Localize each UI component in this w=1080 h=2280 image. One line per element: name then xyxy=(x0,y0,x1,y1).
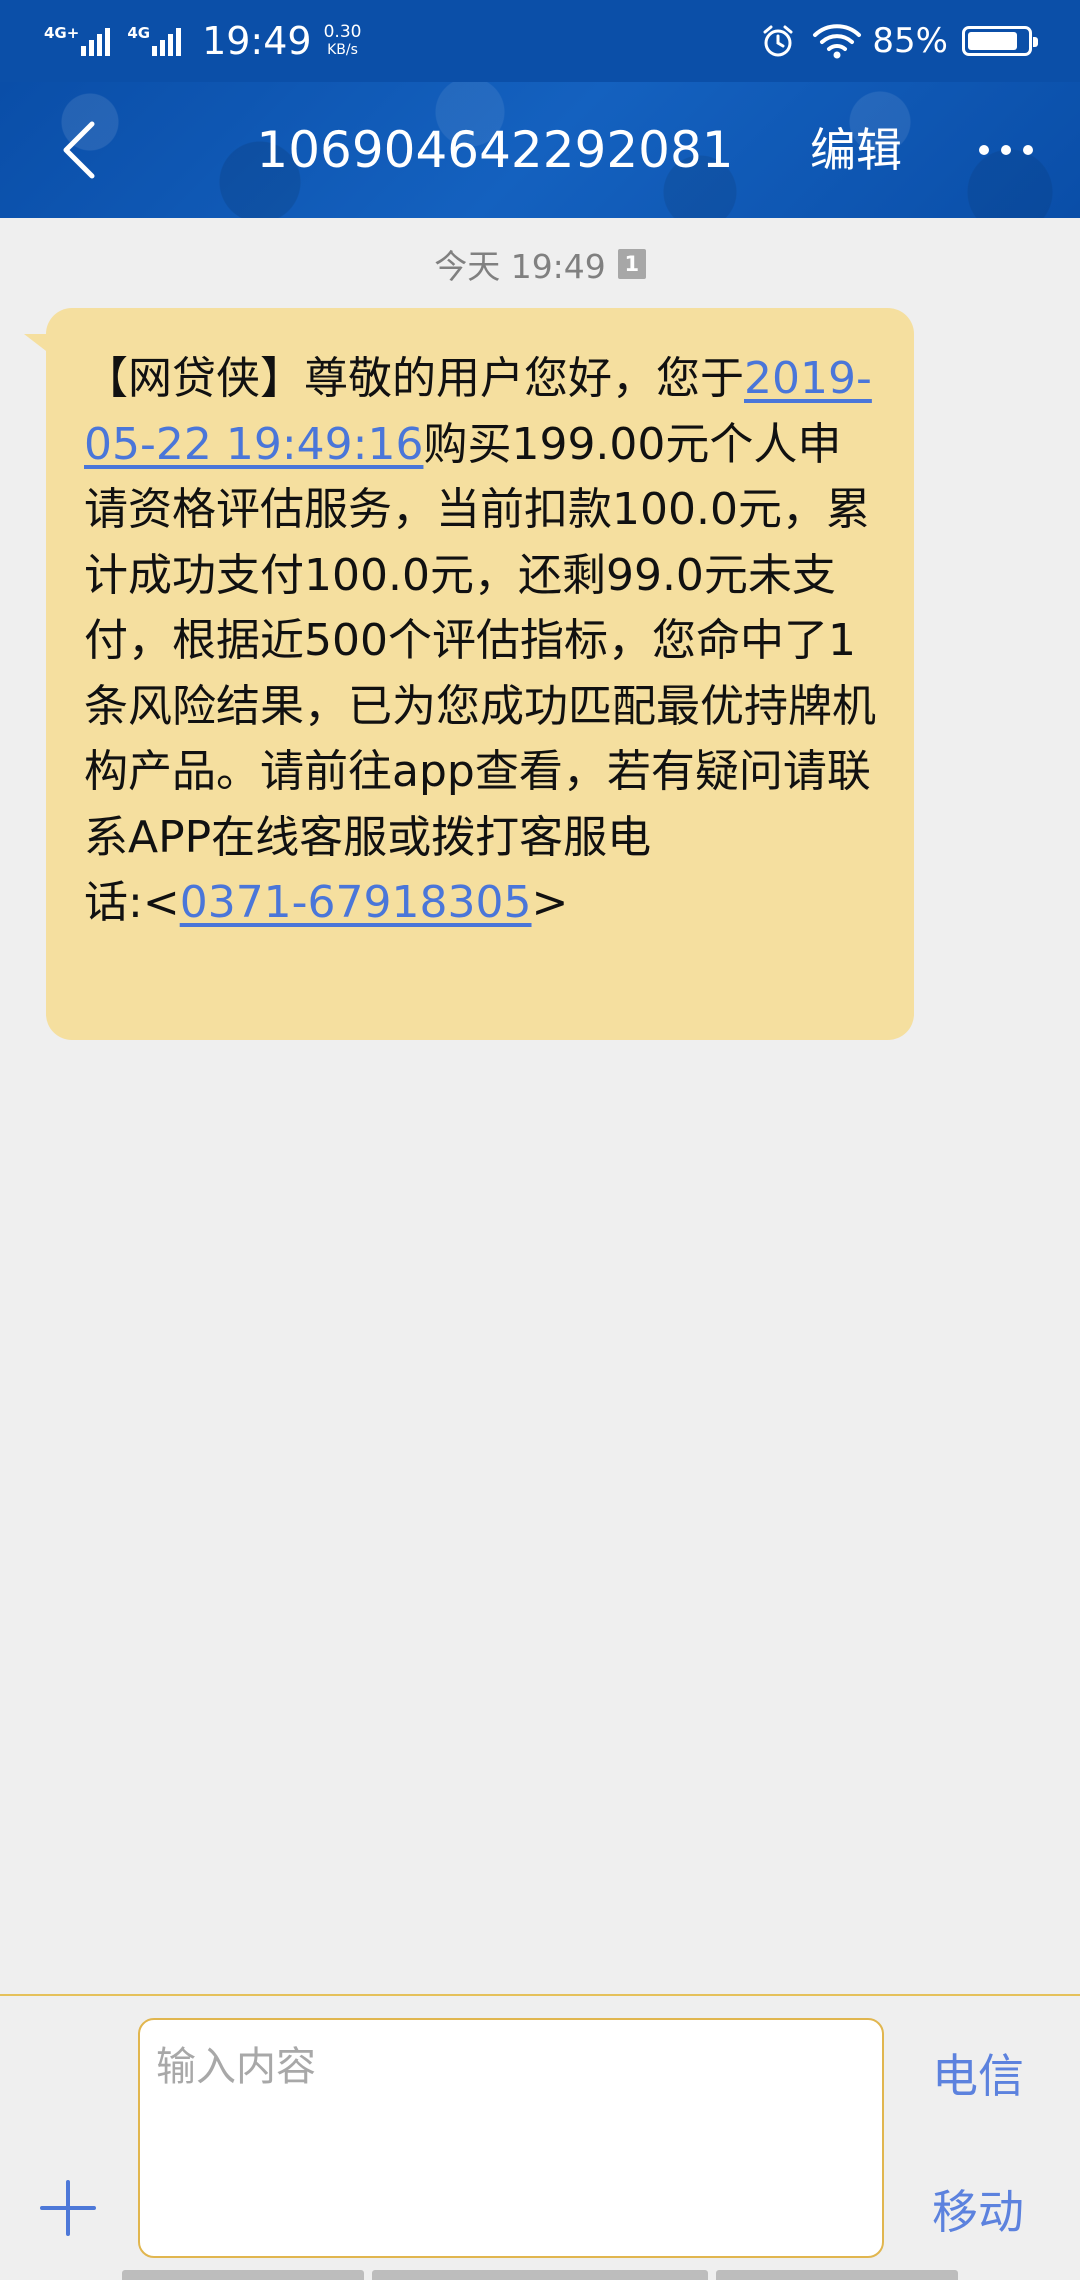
message-segment: 购买199.00元个人申请资格评估服务，当前扣款100.0元，累计成功支付100… xyxy=(84,418,876,863)
signal-icon xyxy=(81,26,113,56)
status-right: 85% xyxy=(760,21,1038,61)
contact-number: 106904642292081 xyxy=(256,121,734,179)
title-bar: 106904642292081 编辑 xyxy=(0,82,1080,218)
sim-badge: 1 xyxy=(617,249,646,279)
battery-level xyxy=(968,32,1018,50)
battery-icon xyxy=(962,26,1038,56)
network-speed: 0.30 KB/s xyxy=(324,23,362,59)
date-separator: 今天 19:49 1 xyxy=(0,240,1080,288)
message-segment: 【网贷侠】尊敬的用户您好，您于 xyxy=(84,353,744,404)
edit-button[interactable]: 编辑 xyxy=(810,82,902,218)
network-speed-value: 0.30 xyxy=(323,22,362,42)
back-arrow-icon xyxy=(63,121,95,179)
signal-icon xyxy=(152,26,184,56)
nav-hint-left xyxy=(122,2270,364,2280)
network-type-2: 4G xyxy=(127,24,151,42)
attach-button[interactable] xyxy=(40,2180,96,2236)
nav-hint-right xyxy=(716,2270,958,2280)
network-indicator-1: 4G+ xyxy=(44,26,113,56)
back-button[interactable] xyxy=(50,118,110,182)
message-bubble[interactable]: 【网贷侠】尊敬的用户您好，您于2019-05-22 19:49:16购买199.… xyxy=(46,308,914,1040)
network-speed-unit: KB/s xyxy=(327,42,358,58)
more-icon xyxy=(979,145,1033,155)
battery-percent: 85% xyxy=(872,21,948,61)
more-button[interactable] xyxy=(974,126,1038,174)
alarm-icon xyxy=(763,25,793,57)
nav-hint-center xyxy=(372,2270,708,2280)
phone-link[interactable]: 0371-67918305 xyxy=(180,877,532,928)
plus-icon xyxy=(40,2180,96,2236)
wifi-icon xyxy=(813,24,862,59)
message-segment: 话:< xyxy=(84,877,180,928)
composer-bar: 电信 移动 xyxy=(0,1994,1080,2280)
status-bar: 4G+ 4G 19:49 0.30 KB/s 85% xyxy=(0,0,1080,82)
status-left: 4G+ 4G 19:49 0.30 KB/s xyxy=(44,19,361,63)
message-segment: > xyxy=(531,877,569,928)
send-mobile-button[interactable]: 移动 xyxy=(932,2176,1024,2242)
status-time: 19:49 xyxy=(202,19,312,63)
message-text: 【网贷侠】尊敬的用户您好，您于2019-05-22 19:49:16购买199.… xyxy=(84,346,884,936)
network-type-1: 4G+ xyxy=(44,24,80,42)
message-timestamp: 今天 19:49 xyxy=(434,247,606,286)
send-telecom-button[interactable]: 电信 xyxy=(932,2040,1024,2106)
network-indicator-2: 4G xyxy=(127,26,184,56)
message-input[interactable] xyxy=(138,2018,884,2258)
